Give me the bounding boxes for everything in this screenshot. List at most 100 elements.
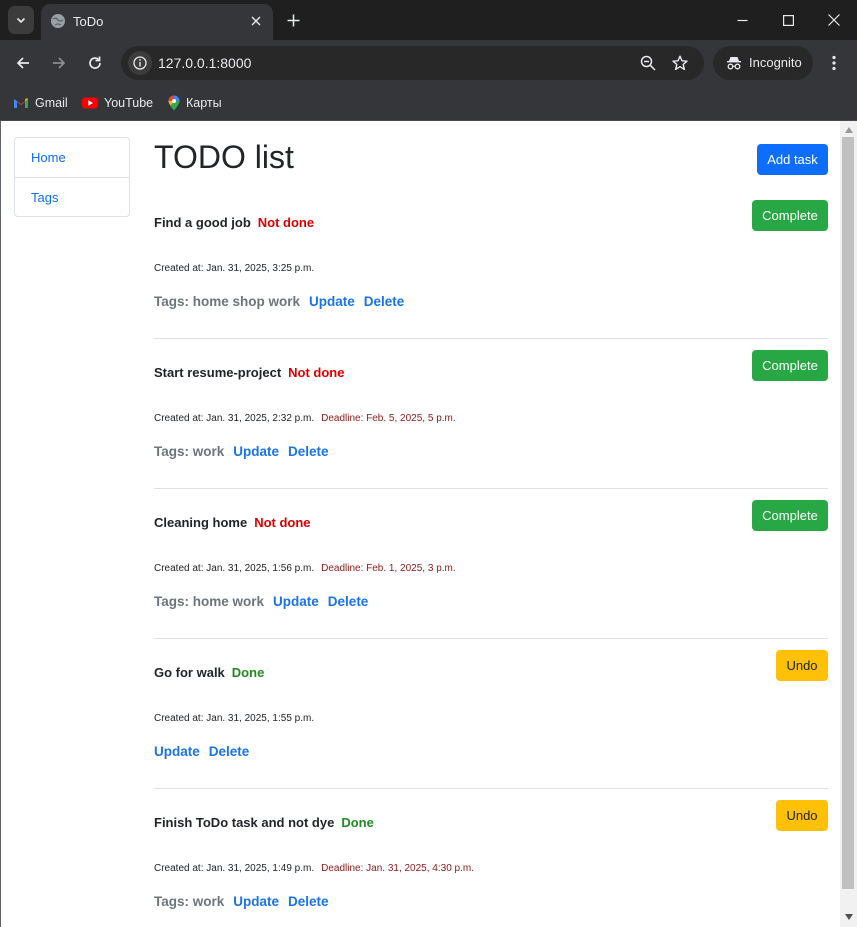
bookmark-star-button[interactable] xyxy=(670,53,690,73)
reload-button[interactable] xyxy=(81,49,109,77)
task-item: Find a good job Not done Complete Create… xyxy=(154,191,828,341)
task-created-at: Created at: Jan. 31, 2025, 1:49 p.m. xyxy=(154,863,315,874)
task-header: Cleaning home Not done xyxy=(154,515,311,530)
task-footer: Tags: home shop work Update Delete xyxy=(154,294,404,309)
gmail-icon xyxy=(14,98,28,108)
sidebar-item-tags[interactable]: Tags xyxy=(15,177,129,216)
task-item: Start resume-project Not done Complete C… xyxy=(154,341,828,491)
task-status: Not done xyxy=(288,365,345,380)
complete-button[interactable]: Complete xyxy=(752,350,828,381)
bookmark-label: Карты xyxy=(186,96,222,110)
bookmark-label: YouTube xyxy=(104,96,154,110)
update-link[interactable]: Update xyxy=(233,444,279,459)
new-tab-button[interactable] xyxy=(282,9,304,31)
arrow-right-icon xyxy=(53,57,66,69)
task-name: Cleaning home xyxy=(154,515,248,530)
undo-button[interactable]: Undo xyxy=(776,650,828,681)
close-icon xyxy=(828,14,840,26)
delete-link[interactable]: Delete xyxy=(364,294,405,309)
info-icon xyxy=(133,56,147,70)
chevron-down-icon xyxy=(16,17,26,24)
browser-toolbar: 127.0.0.1:8000 Incognito xyxy=(0,40,857,86)
window-close-button[interactable] xyxy=(811,0,857,40)
task-created-at: Created at: Jan. 31, 2025, 1:56 p.m. xyxy=(154,563,315,574)
address-bar[interactable]: 127.0.0.1:8000 xyxy=(121,46,704,80)
minimize-icon xyxy=(737,19,747,21)
update-link[interactable]: Update xyxy=(233,894,279,909)
browser-tab[interactable]: ToDo xyxy=(41,4,273,40)
delete-link[interactable]: Delete xyxy=(328,594,369,609)
task-tags: Tags: home work xyxy=(154,594,265,609)
complete-button[interactable]: Complete xyxy=(752,500,828,531)
delete-link[interactable]: Delete xyxy=(209,744,250,759)
triangle-up-icon xyxy=(844,126,853,133)
page-viewport: Home Tags TODO list Add task Find a good… xyxy=(0,121,857,927)
add-task-button[interactable]: Add task xyxy=(757,144,828,175)
task-status: Not done xyxy=(257,215,315,230)
bookmark-gmail[interactable]: Gmail xyxy=(13,92,68,114)
task-meta: Created at: Jan. 31, 2025, 3:25 p.m. xyxy=(154,263,314,274)
task-name: Start resume-project xyxy=(154,365,282,380)
incognito-indicator[interactable]: Incognito xyxy=(713,46,813,80)
bookmarks-bar: Gmail YouTube Карты xyxy=(0,86,857,121)
task-item: Go for walk Done Undo Created at: Jan. 3… xyxy=(154,641,828,791)
arrow-left-icon xyxy=(16,57,29,69)
site-info-button[interactable] xyxy=(128,51,152,75)
task-name: Finish ToDo task and not dye xyxy=(154,815,335,830)
task-header: Go for walk Done xyxy=(154,665,264,680)
vertical-scrollbar[interactable] xyxy=(840,121,857,927)
task-status: Not done xyxy=(254,515,311,530)
forward-button[interactable] xyxy=(45,49,73,77)
sidebar-item-home[interactable]: Home xyxy=(15,138,129,177)
maps-icon xyxy=(168,95,180,111)
task-meta: Created at: Jan. 31, 2025, 1:49 p.m. Dea… xyxy=(154,863,474,874)
update-link[interactable]: Update xyxy=(273,594,319,609)
update-link[interactable]: Update xyxy=(309,294,355,309)
delete-link[interactable]: Delete xyxy=(288,894,329,909)
tab-search-button[interactable] xyxy=(8,6,34,34)
scroll-thumb[interactable] xyxy=(842,137,854,889)
task-tags: Tags: work xyxy=(154,894,225,909)
task-item: Finish ToDo task and not dye Done Undo C… xyxy=(154,791,828,927)
complete-button[interactable]: Complete xyxy=(752,200,828,231)
delete-link[interactable]: Delete xyxy=(288,444,329,459)
youtube-icon xyxy=(82,97,98,109)
url-text[interactable]: 127.0.0.1:8000 xyxy=(158,55,251,71)
task-header: Finish ToDo task and not dye Done xyxy=(154,815,374,830)
more-vertical-icon xyxy=(832,55,836,71)
zoom-icon xyxy=(640,55,656,71)
task-meta: Created at: Jan. 31, 2025, 1:56 p.m. Dea… xyxy=(154,563,456,574)
task-created-at: Created at: Jan. 31, 2025, 2:32 p.m. xyxy=(154,413,315,424)
bookmark-maps[interactable]: Карты xyxy=(168,92,222,114)
task-created-at: Created at: Jan. 31, 2025, 3:25 p.m. xyxy=(154,263,315,274)
task-header: Start resume-project Not done xyxy=(154,365,344,380)
scroll-down-arrow[interactable] xyxy=(844,912,853,921)
tab-close-button[interactable] xyxy=(247,12,265,30)
page-title: TODO list xyxy=(154,139,294,175)
task-status: Done xyxy=(231,665,265,680)
sidebar-nav: Home Tags xyxy=(14,137,130,217)
update-link[interactable]: Update xyxy=(154,744,200,759)
task-tags: Tags: work xyxy=(154,444,225,459)
browser-chrome: ToDo 127.0.0.1:8000 Incognito Gmail YouT… xyxy=(0,0,857,121)
task-deadline: Deadline: Feb. 1, 2025, 3 p.m. xyxy=(321,563,456,574)
maximize-button[interactable] xyxy=(765,0,811,40)
task-divider xyxy=(154,488,828,489)
browser-menu-button[interactable] xyxy=(822,49,846,77)
reload-icon xyxy=(89,56,101,69)
task-item: Cleaning home Not done Complete Created … xyxy=(154,491,828,641)
tab-bar: ToDo xyxy=(0,0,857,40)
zoom-button[interactable] xyxy=(638,53,658,73)
task-tags: Tags: home shop work xyxy=(154,294,301,309)
task-footer: Tags: home work Update Delete xyxy=(154,594,368,609)
minimize-button[interactable] xyxy=(719,0,765,40)
task-divider xyxy=(154,638,828,639)
undo-button[interactable]: Undo xyxy=(776,800,828,831)
bookmark-youtube[interactable]: YouTube xyxy=(82,92,153,114)
plus-icon xyxy=(287,14,299,26)
task-deadline: Deadline: Feb. 5, 2025, 5 p.m. xyxy=(321,413,456,424)
globe-icon xyxy=(51,14,65,28)
back-button[interactable] xyxy=(9,49,37,77)
scroll-up-arrow[interactable] xyxy=(844,125,853,134)
bookmark-label: Gmail xyxy=(35,96,68,110)
